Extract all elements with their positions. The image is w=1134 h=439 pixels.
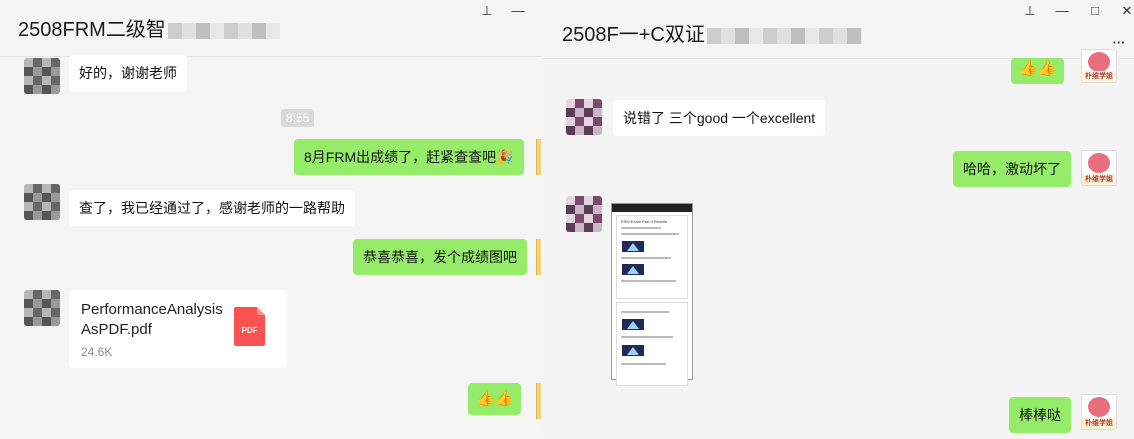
contact-avatar[interactable]: [24, 184, 60, 220]
minimize-icon[interactable]: —: [1051, 2, 1073, 20]
message-bubble-outgoing[interactable]: 棒棒哒: [1009, 397, 1071, 433]
contact-avatar[interactable]: [24, 58, 60, 94]
file-name: PerformanceAnalysisAsPDF.pdf: [81, 301, 223, 338]
pdf-file-icon: PDF: [234, 307, 265, 346]
message-bubble-outgoing[interactable]: 👍👍: [1011, 58, 1065, 84]
redacted-title: [167, 22, 280, 39]
minimize-icon[interactable]: —: [507, 2, 529, 20]
report-page: [616, 302, 688, 386]
message-bubble-incoming[interactable]: 说错了 三个good 一个excellent: [613, 100, 826, 136]
close-icon[interactable]: ✕: [1116, 2, 1134, 20]
chat-title-bar: 2508FRM二级智 ⊥ —: [0, 0, 541, 57]
chat-window-left: 2508FRM二级智 ⊥ — 好的，谢谢老师 8:55 8月FRM出成绩了，赶紧…: [0, 0, 541, 439]
file-size: 24.6K: [81, 345, 113, 359]
timestamp: 8:55: [281, 109, 315, 127]
self-avatar[interactable]: 朴维学姐: [1081, 394, 1117, 430]
report-page: FRM Exam Part II Results: [616, 215, 688, 299]
chat-title: 2508F一+C双证: [562, 18, 862, 47]
self-avatar[interactable]: 朴维学姐: [1081, 150, 1117, 186]
pin-icon[interactable]: ⊥: [476, 2, 498, 20]
message-bubble-outgoing[interactable]: 👍👍: [468, 383, 522, 415]
redacted-title: [706, 27, 862, 44]
message-bubble-incoming[interactable]: 好的，谢谢老师: [69, 55, 187, 91]
image-message-score-report[interactable]: FRM Exam Part II Results: [611, 203, 693, 386]
message-bubble-outgoing[interactable]: 恭喜恭喜，发个成绩图吧: [353, 239, 527, 275]
message-bubble-outgoing[interactable]: 哈哈，激动坏了: [953, 151, 1071, 187]
chat-title-bar: 2508F一+C双证 ⊥ — □ ✕ ···: [541, 0, 1134, 59]
pin-icon[interactable]: ⊥: [1019, 2, 1041, 20]
message-bubble-incoming[interactable]: 查了，我已经通过了，感谢老师的一路帮助: [69, 190, 355, 226]
contact-avatar[interactable]: [566, 99, 602, 135]
message-bubble-outgoing[interactable]: 8月FRM出成绩了，赶紧查查吧🎉: [294, 139, 524, 175]
file-message-card[interactable]: PerformanceAnalysisAsPDF.pdf 24.6K PDF: [69, 290, 287, 368]
chat-title: 2508FRM二级智: [18, 13, 280, 42]
maximize-icon[interactable]: □: [1084, 2, 1106, 20]
contact-avatar[interactable]: [24, 290, 60, 326]
contact-avatar[interactable]: [566, 196, 602, 232]
self-avatar[interactable]: 朴维学姐: [1081, 49, 1117, 83]
